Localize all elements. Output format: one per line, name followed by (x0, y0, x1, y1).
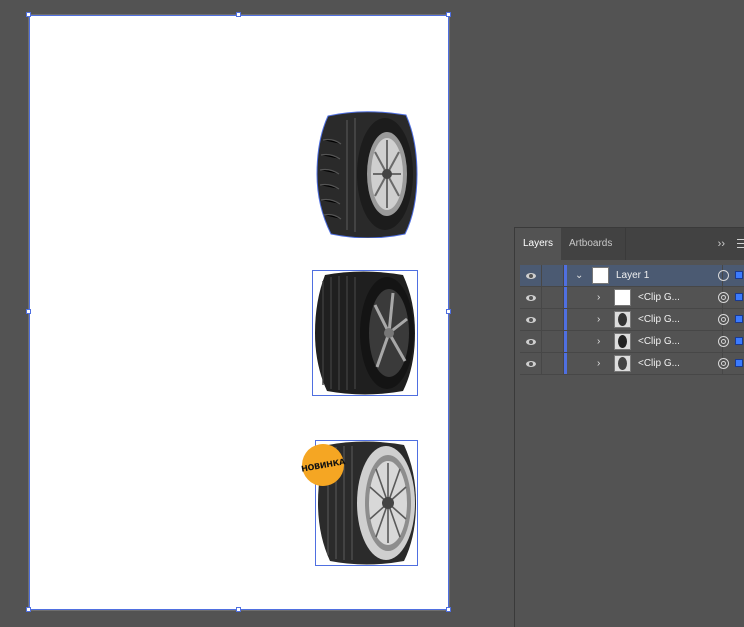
layer-thumbnail (614, 355, 631, 372)
chevron-right-icon[interactable]: › (597, 287, 600, 308)
eye-icon (525, 294, 536, 301)
layer-name[interactable]: Layer 1 (616, 265, 649, 286)
target-double-circle-icon[interactable] (718, 358, 729, 369)
tab-artboards[interactable]: Artboards (561, 228, 620, 260)
lock-toggle[interactable] (542, 287, 564, 308)
lock-toggle[interactable] (542, 331, 564, 352)
resize-handle-bottom[interactable] (236, 607, 241, 612)
chevron-right-icon[interactable]: › (597, 331, 600, 352)
layer-thumbnail (614, 333, 631, 350)
chevron-down-icon[interactable]: ⌄ (575, 265, 583, 286)
layer-color-bar (564, 309, 567, 330)
resize-handle-right[interactable] (446, 309, 451, 314)
lock-toggle[interactable] (542, 265, 564, 286)
target-circle-icon[interactable] (718, 270, 729, 281)
target-double-circle-icon[interactable] (718, 314, 729, 325)
resize-handle-top-left[interactable] (26, 12, 31, 17)
visibility-toggle[interactable] (520, 265, 542, 286)
layer-thumbnail (614, 311, 631, 328)
layer-row-clip-group-1[interactable]: › <Clip G... (520, 287, 744, 309)
layer-row-clip-group-4[interactable]: › <Clip G... (520, 353, 744, 375)
panel-tab-bar: Layers Artboards ›› (515, 228, 744, 260)
lock-toggle[interactable] (542, 309, 564, 330)
visibility-toggle[interactable] (520, 287, 542, 308)
layer-thumbnail (592, 267, 609, 284)
layer-name[interactable]: <Clip G... (638, 353, 680, 374)
layer-name[interactable]: <Clip G... (638, 287, 680, 308)
visibility-toggle[interactable] (520, 309, 542, 330)
eye-icon (525, 272, 536, 279)
double-chevron-icon[interactable]: ›› (718, 228, 725, 260)
layer-color-bar (564, 287, 567, 308)
layer-row-layer-1[interactable]: ⌄ Layer 1 (520, 265, 744, 287)
resize-handle-top-right[interactable] (446, 12, 451, 17)
layer-row-clip-group-2[interactable]: › <Clip G... (520, 309, 744, 331)
panel-menu-icon[interactable] (737, 239, 744, 248)
layer-row-clip-group-3[interactable]: › <Clip G... (520, 331, 744, 353)
tab-layers[interactable]: Layers (515, 228, 561, 260)
resize-handle-bottom-left[interactable] (26, 607, 31, 612)
workspace-canvas[interactable]: НОВИНКА Layers Artboards ›› ⌄ Layer 1 › … (0, 0, 744, 627)
layers-list: ⌄ Layer 1 › <Clip G... › <Clip G... › <C… (520, 265, 744, 375)
tab-divider (625, 228, 626, 260)
layer-name[interactable]: <Clip G... (638, 309, 680, 330)
target-double-circle-icon[interactable] (718, 292, 729, 303)
layer-color-bar (564, 331, 567, 352)
eye-icon (525, 338, 536, 345)
selection-indicator[interactable] (735, 359, 743, 367)
eye-icon (525, 316, 536, 323)
visibility-toggle[interactable] (520, 331, 542, 352)
lock-toggle[interactable] (542, 353, 564, 374)
tire-image-2[interactable] (313, 271, 417, 395)
layer-color-bar (564, 353, 567, 374)
resize-handle-left[interactable] (26, 309, 31, 314)
tire-image-1[interactable] (313, 110, 419, 238)
chevron-right-icon[interactable]: › (597, 353, 600, 374)
chevron-right-icon[interactable]: › (597, 309, 600, 330)
layer-thumbnail (614, 289, 631, 306)
layer-color-bar (564, 265, 567, 286)
selection-indicator[interactable] (735, 271, 743, 279)
resize-handle-top[interactable] (236, 12, 241, 17)
resize-handle-bottom-right[interactable] (446, 607, 451, 612)
selection-indicator[interactable] (735, 293, 743, 301)
selection-indicator[interactable] (735, 337, 743, 345)
eye-icon (525, 360, 536, 367)
selection-indicator[interactable] (735, 315, 743, 323)
layers-panel: Layers Artboards ›› ⌄ Layer 1 › <Clip G.… (514, 227, 744, 627)
layer-name[interactable]: <Clip G... (638, 331, 680, 352)
visibility-toggle[interactable] (520, 353, 542, 374)
target-double-circle-icon[interactable] (718, 336, 729, 347)
